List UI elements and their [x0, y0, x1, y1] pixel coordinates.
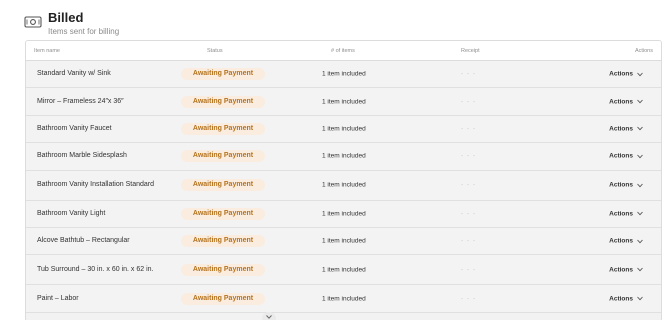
- chevron-down-icon: [637, 72, 643, 77]
- table-row[interactable]: Tub Surround – 30 in. x 60 in. x 62 in. …: [26, 255, 661, 286]
- table-row[interactable]: Bathroom Vanity Light Awaiting Payment 1…: [26, 200, 661, 228]
- actions-dropdown[interactable]: Actions: [609, 98, 643, 105]
- actions-label: Actions: [609, 266, 633, 274]
- item-count: 1 item included: [322, 70, 366, 78]
- item-count: 1 item included: [322, 266, 366, 274]
- item-count: 1 item included: [322, 210, 366, 218]
- table-row[interactable]: Bathroom Vanity Installation Standard Aw…: [26, 170, 661, 201]
- actions-label: Actions: [609, 152, 633, 160]
- column-header-items: # of items: [331, 48, 355, 54]
- item-name: Paint – Labor: [37, 294, 79, 302]
- item-name: Mirror – Frameless 24″x 36″: [37, 97, 124, 105]
- item-count: 1 item included: [322, 152, 366, 160]
- actions-dropdown[interactable]: Actions: [609, 125, 643, 132]
- actions-dropdown[interactable]: Actions: [609, 71, 643, 78]
- column-header-item-name: Item name: [34, 48, 60, 54]
- chevron-down-icon: [637, 154, 643, 159]
- column-header-status: Status: [207, 48, 223, 54]
- receipt-placeholder: - - -: [461, 237, 477, 245]
- item-count: 1 item included: [322, 125, 366, 133]
- actions-dropdown[interactable]: Actions: [609, 295, 643, 302]
- actions-label: Actions: [609, 295, 633, 303]
- receipt-placeholder: - - -: [461, 98, 477, 106]
- chevron-down-icon: [637, 211, 643, 216]
- item-name: Standard Vanity w/ Sink: [37, 70, 111, 78]
- receipt-placeholder: - - -: [461, 125, 477, 133]
- receipt-placeholder: - - -: [461, 266, 477, 274]
- receipt-placeholder: - - -: [461, 210, 477, 218]
- actions-label: Actions: [609, 125, 633, 133]
- table-row[interactable]: Bathroom Vanity Faucet Awaiting Payment …: [26, 115, 661, 144]
- chevron-down-icon: [637, 268, 643, 272]
- item-name: Alcove Bathtub – Rectangular: [37, 237, 130, 245]
- money-icon: [24, 16, 42, 28]
- item-count: 1 item included: [322, 295, 366, 303]
- chevron-down-icon: [637, 296, 643, 301]
- table-row[interactable]: Bathroom Marble Sidesplash Awaiting Paym…: [26, 143, 661, 171]
- scroll-down-button[interactable]: [262, 312, 276, 320]
- item-count: 1 item included: [322, 181, 366, 189]
- section-header: Billed Items sent for billing: [24, 10, 119, 36]
- status-badge: Awaiting Payment: [181, 235, 265, 248]
- status-badge: Awaiting Payment: [181, 122, 265, 135]
- actions-dropdown[interactable]: Actions: [609, 182, 643, 189]
- item-name: Bathroom Vanity Installation Standard: [37, 181, 154, 189]
- chevron-down-icon: [266, 315, 272, 319]
- chevron-down-icon: [637, 183, 643, 187]
- item-name: Bathroom Vanity Light: [37, 209, 106, 217]
- item-count: 1 item included: [322, 237, 366, 245]
- actions-label: Actions: [609, 70, 633, 78]
- status-badge: Awaiting Payment: [181, 263, 265, 276]
- status-badge: Awaiting Payment: [181, 150, 265, 163]
- actions-label: Actions: [609, 98, 633, 106]
- actions-dropdown[interactable]: Actions: [609, 238, 643, 245]
- status-badge: Awaiting Payment: [181, 207, 265, 220]
- actions-label: Actions: [609, 210, 633, 218]
- actions-dropdown[interactable]: Actions: [609, 266, 643, 273]
- header-titles: Billed Items sent for billing: [48, 10, 119, 36]
- table-header: Item name Status # of items Receipt Acti…: [26, 41, 661, 61]
- billed-page: Billed Items sent for billing Item name …: [0, 0, 670, 320]
- table-row[interactable]: Alcove Bathtub – Rectangular Awaiting Pa…: [26, 227, 661, 256]
- chevron-down-icon: [637, 99, 643, 104]
- table-row[interactable]: Standard Vanity w/ Sink Awaiting Payment…: [26, 61, 661, 89]
- item-count: 1 item included: [322, 98, 366, 106]
- actions-dropdown[interactable]: Actions: [609, 210, 643, 217]
- status-badge: Awaiting Payment: [181, 68, 265, 81]
- item-name: Bathroom Vanity Faucet: [37, 124, 112, 132]
- actions-label: Actions: [609, 237, 633, 245]
- status-badge: Awaiting Payment: [181, 179, 265, 192]
- receipt-placeholder: - - -: [461, 152, 477, 160]
- billed-items-table: Item name Status # of items Receipt Acti…: [25, 40, 662, 320]
- receipt-placeholder: - - -: [461, 295, 477, 303]
- item-name: Bathroom Marble Sidesplash: [37, 152, 127, 160]
- table-row[interactable]: Paint – Labor Awaiting Payment 1 item in…: [26, 285, 661, 313]
- item-name: Tub Surround – 30 in. x 60 in. x 62 in.: [37, 265, 154, 273]
- status-badge: Awaiting Payment: [181, 95, 265, 108]
- receipt-placeholder: - - -: [461, 70, 477, 78]
- actions-dropdown[interactable]: Actions: [609, 153, 643, 160]
- column-header-actions: Actions: [634, 48, 653, 54]
- status-badge: Awaiting Payment: [181, 292, 265, 305]
- actions-label: Actions: [609, 181, 633, 189]
- column-header-receipt: Receipt: [461, 48, 480, 54]
- table-row[interactable]: Mirror – Frameless 24″x 36″ Awaiting Pay…: [26, 88, 661, 116]
- chevron-down-icon: [637, 239, 643, 244]
- page-subtitle: Items sent for billing: [48, 27, 120, 36]
- chevron-down-icon: [637, 127, 643, 131]
- page-title: Billed: [48, 10, 84, 25]
- receipt-placeholder: - - -: [461, 181, 477, 189]
